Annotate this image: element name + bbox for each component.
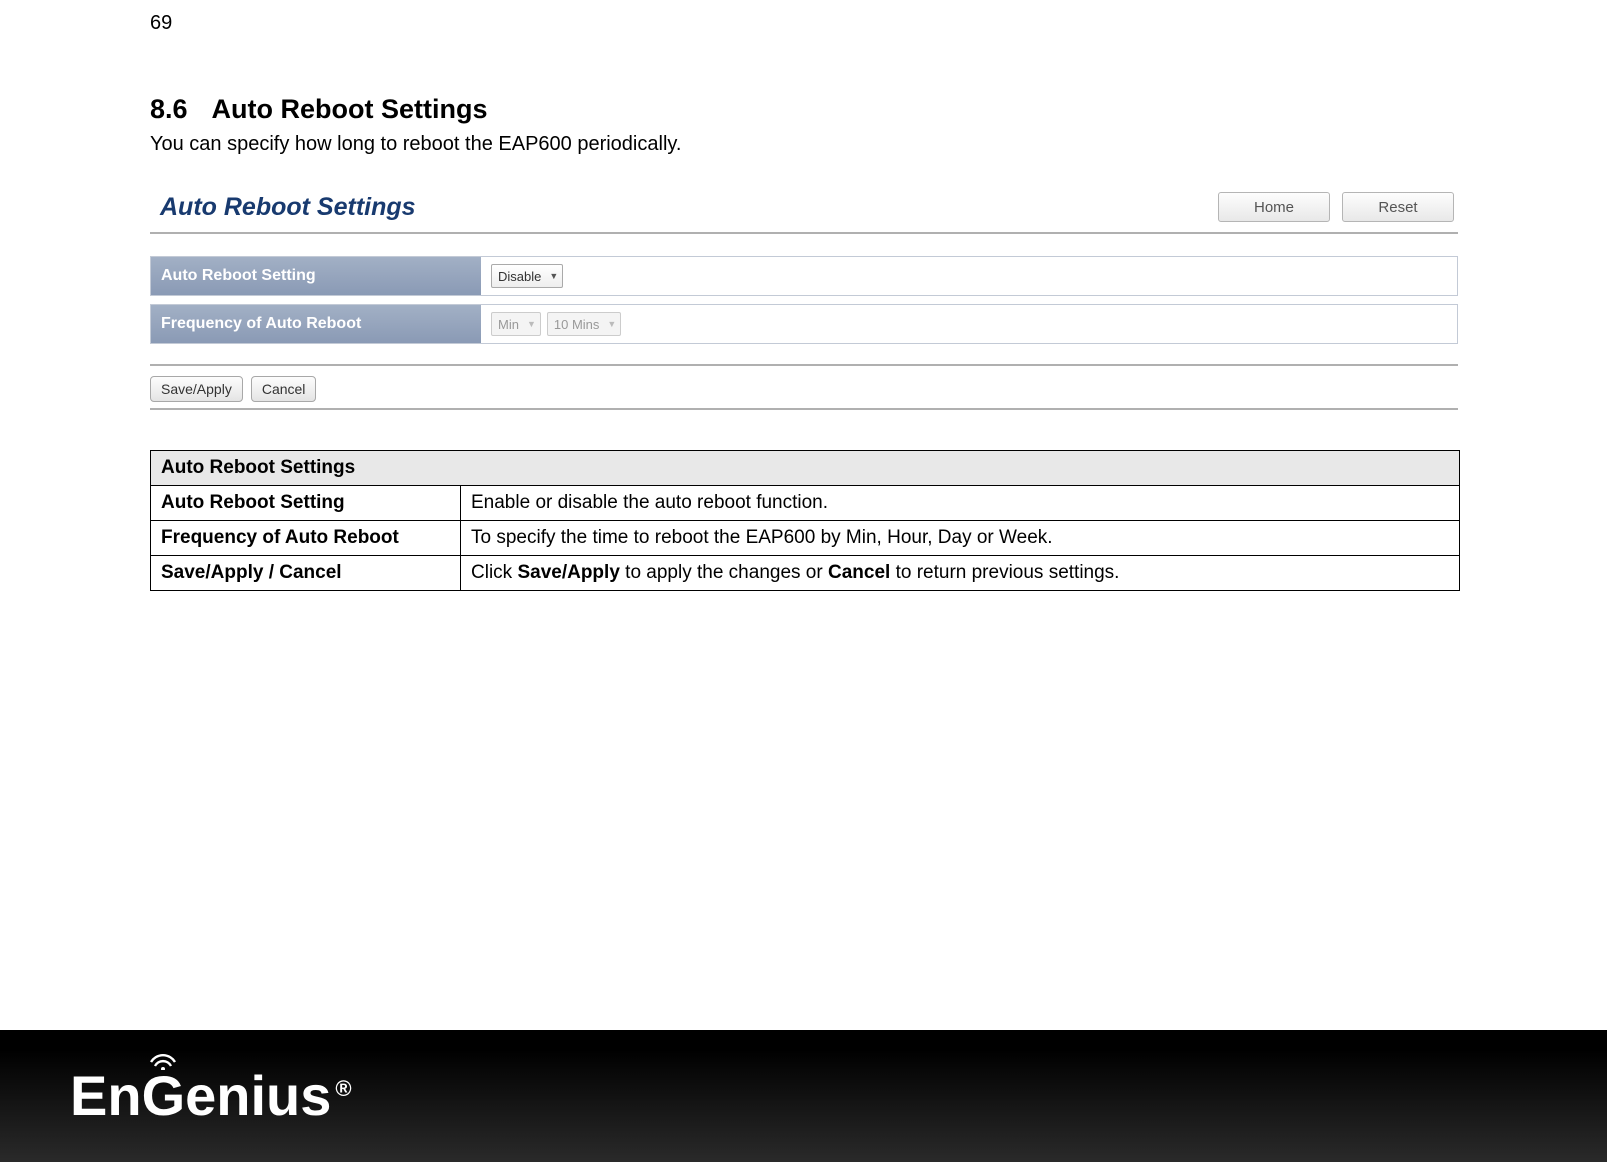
chevron-down-icon: ▼ — [607, 319, 616, 329]
logo-text: enius — [185, 1068, 331, 1124]
text: to return previous settings. — [890, 562, 1119, 583]
row-control: Min ▼ 10 Mins ▼ — [481, 305, 1457, 343]
row-label: Auto Reboot Setting — [151, 267, 481, 285]
frequency-value-select[interactable]: 10 Mins ▼ — [547, 312, 621, 336]
description-table: Auto Reboot Settings Auto Reboot Setting… — [150, 450, 1460, 591]
text: Click — [471, 562, 517, 583]
table-row: Auto Reboot Setting Enable or disable th… — [151, 486, 1460, 521]
brand-logo: En G enius ® — [70, 1068, 352, 1124]
row-desc: Enable or disable the auto reboot functi… — [461, 486, 1460, 521]
section-number: 8.6 — [150, 94, 188, 124]
table-row: Save/Apply / Cancel Click Save/Apply to … — [151, 556, 1460, 591]
select-value: Disable — [498, 269, 541, 284]
table-row: Frequency of Auto Reboot To specify the … — [151, 521, 1460, 556]
row-desc: Click Save/Apply to apply the changes or… — [461, 556, 1460, 591]
intro-text: You can specify how long to reboot the E… — [150, 133, 1460, 156]
footer-bar: En G enius ® — [0, 1030, 1607, 1162]
settings-panel: Auto Reboot Settings Home Reset Auto Reb… — [150, 192, 1458, 410]
content-area: 8.6 Auto Reboot Settings You can specify … — [150, 94, 1460, 591]
wifi-icon — [148, 1048, 178, 1075]
divider — [150, 364, 1458, 366]
select-value: 10 Mins — [554, 317, 600, 332]
auto-reboot-select[interactable]: Disable ▼ — [491, 264, 563, 288]
row-frequency: Frequency of Auto Reboot Min ▼ 10 Mins ▼ — [150, 304, 1458, 344]
text-bold: Save/Apply — [517, 562, 619, 583]
row-control: Disable ▼ — [481, 257, 1457, 295]
row-label: Save/Apply / Cancel — [151, 556, 461, 591]
row-label: Frequency of Auto Reboot — [151, 521, 461, 556]
registered-mark: ® — [335, 1076, 351, 1102]
table-header: Auto Reboot Settings — [151, 451, 1460, 486]
text-bold: Cancel — [828, 562, 890, 583]
row-label: Auto Reboot Setting — [151, 486, 461, 521]
select-value: Min — [498, 317, 519, 332]
settings-rows: Auto Reboot Setting Disable ▼ Frequency … — [150, 256, 1458, 344]
logo-text: En — [70, 1068, 142, 1124]
section-heading: 8.6 Auto Reboot Settings — [150, 94, 1460, 125]
chevron-down-icon: ▼ — [549, 271, 558, 281]
panel-header: Auto Reboot Settings Home Reset — [150, 192, 1458, 232]
divider — [150, 232, 1458, 234]
footer-buttons: Save/Apply Cancel — [150, 376, 1458, 402]
logo-g-wrap: G — [142, 1068, 186, 1124]
section-title: Auto Reboot Settings — [212, 94, 488, 124]
panel-title: Auto Reboot Settings — [160, 193, 416, 222]
home-button[interactable]: Home — [1218, 192, 1330, 222]
reset-button[interactable]: Reset — [1342, 192, 1454, 222]
chevron-down-icon: ▼ — [527, 319, 536, 329]
cancel-button[interactable]: Cancel — [251, 376, 317, 402]
save-apply-button[interactable]: Save/Apply — [150, 376, 243, 402]
header-buttons: Home Reset — [1218, 192, 1454, 222]
row-label: Frequency of Auto Reboot — [151, 315, 481, 333]
row-desc: To specify the time to reboot the EAP600… — [461, 521, 1460, 556]
text: to apply the changes or — [620, 562, 828, 583]
row-auto-reboot-setting: Auto Reboot Setting Disable ▼ — [150, 256, 1458, 296]
frequency-unit-select[interactable]: Min ▼ — [491, 312, 541, 336]
page-number: 69 — [150, 12, 172, 35]
